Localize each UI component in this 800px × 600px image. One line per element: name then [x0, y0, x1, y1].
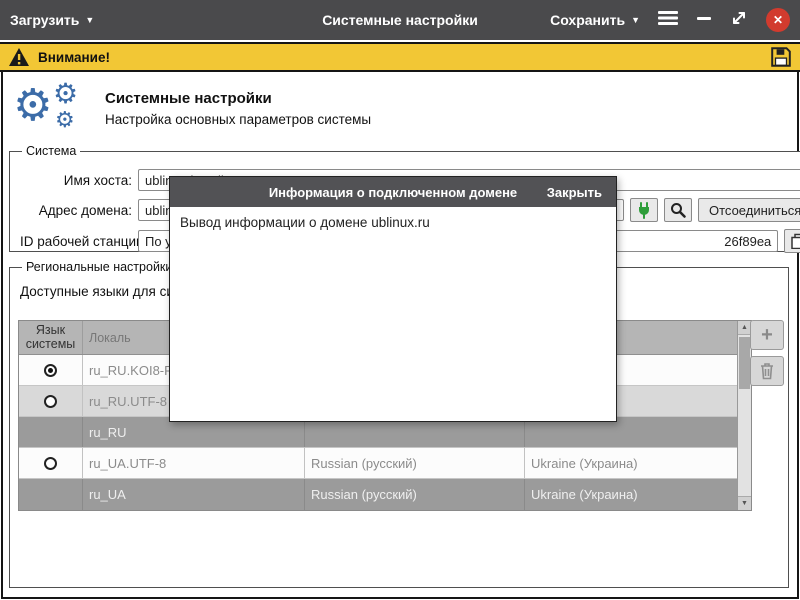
save-button-label: Сохранить	[550, 12, 625, 28]
load-button[interactable]: Загрузить ▼	[10, 12, 94, 28]
trash-icon	[759, 362, 775, 380]
gear-icon: ⚙	[55, 110, 75, 132]
delete-locale-button[interactable]	[750, 356, 784, 386]
chevron-down-icon: ▼	[85, 16, 94, 25]
minimize-icon	[696, 10, 712, 26]
add-locale-button[interactable]: +	[750, 320, 784, 350]
dialog-titlebar: Информация о подключенном домене Закрыть	[170, 177, 616, 207]
scrollbar-thumb[interactable]	[739, 337, 750, 389]
station-id-label: ID рабочей станции:	[20, 234, 132, 249]
radio-cell	[19, 479, 83, 510]
settings-gears-icon: ⚙ ⚙ ⚙	[13, 82, 103, 142]
menu-button[interactable]	[658, 10, 678, 31]
header-system-language: Язык системы	[19, 321, 83, 354]
scroll-down-button[interactable]: ▼	[738, 496, 751, 510]
main-panel: ⚙ ⚙ ⚙ Системные настройки Настройка осно…	[1, 72, 799, 599]
load-button-label: Загрузить	[10, 12, 79, 28]
expand-icon	[730, 9, 748, 27]
search-domain-button[interactable]	[664, 198, 692, 222]
language-cell: Russian (русский)	[305, 479, 525, 510]
radio-unselected[interactable]	[44, 395, 57, 408]
locale-cell: ru_UA.UTF-8	[83, 448, 305, 478]
radio-cell	[19, 448, 83, 478]
close-icon: ✕	[773, 13, 783, 27]
save-button[interactable]: Сохранить ▼	[550, 12, 640, 28]
territory-cell: Ukraine (Украина)	[525, 448, 737, 478]
floppy-icon	[770, 46, 792, 68]
warning-text: Внимание!	[38, 50, 110, 65]
locale-actions: +	[750, 320, 784, 386]
page-title: Системные настройки	[105, 90, 272, 107]
table-row[interactable]: ru_UA.UTF-8 Russian (русский) Ukraine (У…	[19, 448, 737, 479]
plus-icon: +	[761, 324, 773, 347]
hostname-label: Имя хоста:	[20, 173, 132, 188]
regional-legend: Региональные настройки	[22, 260, 176, 274]
station-id-value-end: 26f89ea	[724, 234, 771, 249]
copy-id-button[interactable]	[784, 229, 800, 253]
radio-cell	[19, 355, 83, 385]
table-row[interactable]: ru_UA Russian (русский) Ukraine (Украина…	[19, 479, 737, 510]
app-window: Загрузить ▼ Системные настройки Сохранит…	[0, 0, 800, 600]
page-subtitle: Настройка основных параметров системы	[105, 112, 371, 127]
chevron-down-icon: ▼	[631, 16, 640, 25]
minimize-button[interactable]	[696, 10, 712, 31]
dialog-body-text: Вывод информации о домене ublinux.ru	[180, 215, 430, 230]
vertical-scrollbar[interactable]: ▲ ▼	[737, 321, 751, 510]
disconnect-button[interactable]: Отсоединиться	[698, 198, 800, 222]
radio-unselected[interactable]	[44, 457, 57, 470]
dialog-close-button[interactable]: Закрыть	[533, 185, 616, 200]
radio-cell	[19, 417, 83, 447]
search-icon	[670, 202, 686, 218]
warning-icon	[8, 47, 30, 67]
radio-selected[interactable]	[44, 364, 57, 377]
close-button[interactable]: ✕	[766, 8, 790, 32]
save-settings-button[interactable]	[770, 46, 792, 68]
domain-info-dialog: Информация о подключенном домене Закрыть…	[169, 176, 617, 422]
radio-cell	[19, 386, 83, 416]
language-cell: Russian (русский)	[305, 448, 525, 478]
titlebar: Загрузить ▼ Системные настройки Сохранит…	[0, 0, 800, 40]
domain-label: Адрес домена:	[20, 203, 132, 218]
dialog-body: Вывод информации о домене ublinux.ru	[170, 207, 616, 238]
maximize-button[interactable]	[730, 9, 748, 32]
titlebar-actions: Сохранить ▼ ✕	[550, 8, 790, 32]
copy-icon	[790, 233, 800, 249]
connect-domain-button[interactable]	[630, 198, 658, 222]
warning-banner: Внимание!	[0, 42, 800, 72]
plug-icon	[635, 201, 653, 219]
hamburger-icon	[658, 10, 678, 26]
locale-cell: ru_UA	[83, 479, 305, 510]
gear-icon: ⚙	[13, 84, 52, 128]
gear-icon: ⚙	[53, 80, 78, 108]
territory-cell: Ukraine (Украина)	[525, 479, 737, 510]
system-legend: Система	[22, 144, 80, 158]
